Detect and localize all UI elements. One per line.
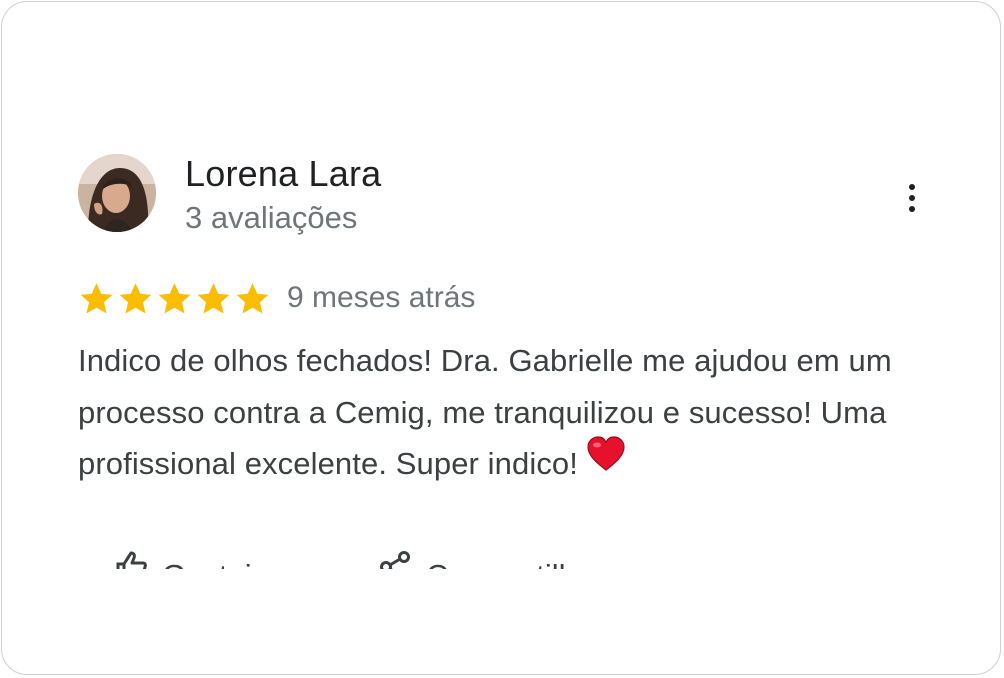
review-text: Indico de olhos fechados! Dra. Gabrielle… [78, 335, 958, 490]
share-icon [378, 550, 412, 569]
stars [78, 281, 271, 315]
star-icon [234, 281, 271, 315]
review-date: 9 meses atrás [287, 281, 476, 314]
review-card: Lorena Lara 3 avaliações 9 meses atrás I… [1, 1, 1001, 675]
like-label: Gostei [162, 558, 252, 569]
author-name[interactable]: Lorena Lara [185, 153, 381, 195]
star-icon [117, 281, 154, 315]
review-actions: Gostei Compartilhar [78, 550, 778, 569]
star-icon [195, 281, 232, 315]
share-label: Compartilhar [426, 558, 603, 569]
star-icon [156, 281, 193, 315]
star-icon [78, 281, 115, 315]
review-body: Indico de olhos fechados! Dra. Gabrielle… [78, 343, 892, 481]
share-button[interactable]: Compartilhar [378, 550, 603, 569]
more-options-button[interactable] [888, 174, 936, 222]
more-vert-icon [909, 184, 915, 190]
author-review-count: 3 avaliações [185, 200, 358, 235]
thumb-up-icon [114, 550, 148, 569]
avatar-photo [78, 154, 156, 232]
like-button[interactable]: Gostei [114, 550, 252, 569]
star-rating [78, 278, 271, 318]
more-vert-icon-dot [909, 195, 915, 201]
heart-emoji-icon [586, 436, 626, 488]
avatar[interactable] [78, 154, 156, 232]
more-vert-icon-dot [909, 206, 915, 212]
